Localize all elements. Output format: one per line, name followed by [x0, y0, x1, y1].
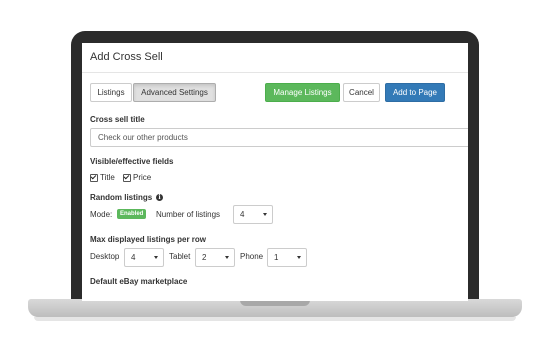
phone-select[interactable]: 1: [267, 248, 307, 267]
cross-sell-title-label: Cross sell title: [90, 115, 145, 124]
cross-sell-title-input[interactable]: Check our other products: [90, 128, 468, 147]
manage-listings-button[interactable]: Manage Listings: [265, 83, 340, 102]
chevron-down-icon: [154, 256, 158, 259]
random-listings-label: Random listings: [90, 193, 153, 202]
tablet-value: 2: [202, 253, 207, 262]
chevron-down-icon: [225, 256, 229, 259]
chevron-down-icon: [297, 256, 301, 259]
title-checkbox-label: Title: [100, 173, 115, 182]
title-divider: [82, 72, 468, 73]
desktop-value: 4: [131, 253, 136, 262]
tab-advanced-settings[interactable]: Advanced Settings: [133, 83, 216, 102]
add-to-page-button[interactable]: Add to Page: [385, 83, 445, 102]
desktop-label: Desktop: [90, 252, 120, 261]
number-of-listings-value: 4: [240, 210, 245, 219]
visible-fields-label: Visible/effective fields: [90, 157, 174, 166]
phone-label: Phone: [240, 252, 264, 261]
phone-value: 1: [274, 253, 279, 262]
price-checkbox-label: Price: [133, 173, 152, 182]
tablet-select[interactable]: 2: [195, 248, 235, 267]
cancel-button[interactable]: Cancel: [343, 83, 380, 102]
max-per-row-label: Max displayed listings per row: [90, 235, 207, 244]
info-icon[interactable]: i: [156, 194, 163, 201]
price-checkbox[interactable]: [123, 174, 131, 182]
mode-label: Mode:: [90, 210, 113, 219]
dialog-screen: Add Cross Sell Listings Advanced Setting…: [82, 43, 468, 301]
number-of-listings-label: Number of listings: [156, 210, 221, 219]
marketplace-label: Default eBay marketplace: [90, 277, 188, 286]
tab-listings[interactable]: Listings: [90, 83, 132, 102]
mode-status-badge[interactable]: Enabled: [117, 209, 147, 219]
dialog-title: Add Cross Sell: [90, 51, 163, 63]
tablet-label: Tablet: [169, 252, 191, 261]
title-checkbox[interactable]: [90, 174, 98, 182]
chevron-down-icon: [263, 213, 267, 216]
number-of-listings-select[interactable]: 4: [233, 205, 273, 224]
desktop-select[interactable]: 4: [124, 248, 164, 267]
laptop-base-shadow: [34, 317, 516, 321]
